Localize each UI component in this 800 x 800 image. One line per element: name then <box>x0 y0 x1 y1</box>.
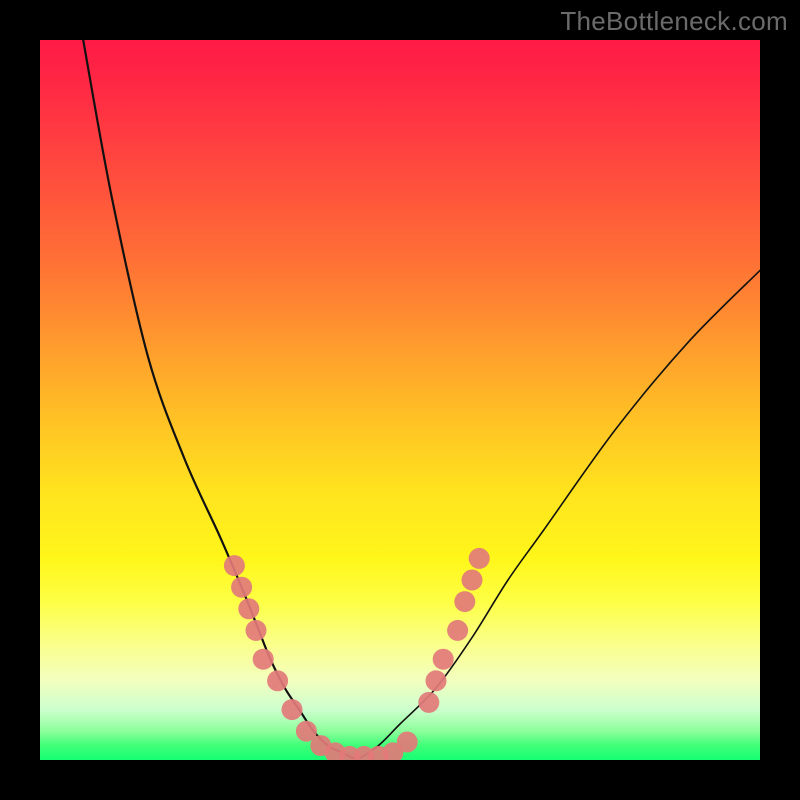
data-point <box>447 620 468 641</box>
chart-frame: TheBottleneck.com <box>0 0 800 800</box>
data-point <box>246 620 267 641</box>
data-point <box>454 591 475 612</box>
data-point <box>231 577 252 598</box>
dots-group <box>224 548 490 760</box>
curve-left-curve <box>83 40 357 760</box>
watermark-text: TheBottleneck.com <box>560 6 788 37</box>
data-point <box>397 732 418 753</box>
plot-area <box>40 40 760 760</box>
data-point <box>433 649 454 670</box>
data-point <box>238 598 259 619</box>
data-point <box>469 548 490 569</box>
data-point <box>253 649 274 670</box>
data-point <box>282 699 303 720</box>
curve-right-curve <box>357 270 760 760</box>
data-point <box>418 692 439 713</box>
curve-layer <box>40 40 760 760</box>
data-point <box>224 555 245 576</box>
data-point <box>462 570 483 591</box>
data-point <box>426 670 447 691</box>
data-point <box>267 670 288 691</box>
curves-group <box>83 40 760 760</box>
